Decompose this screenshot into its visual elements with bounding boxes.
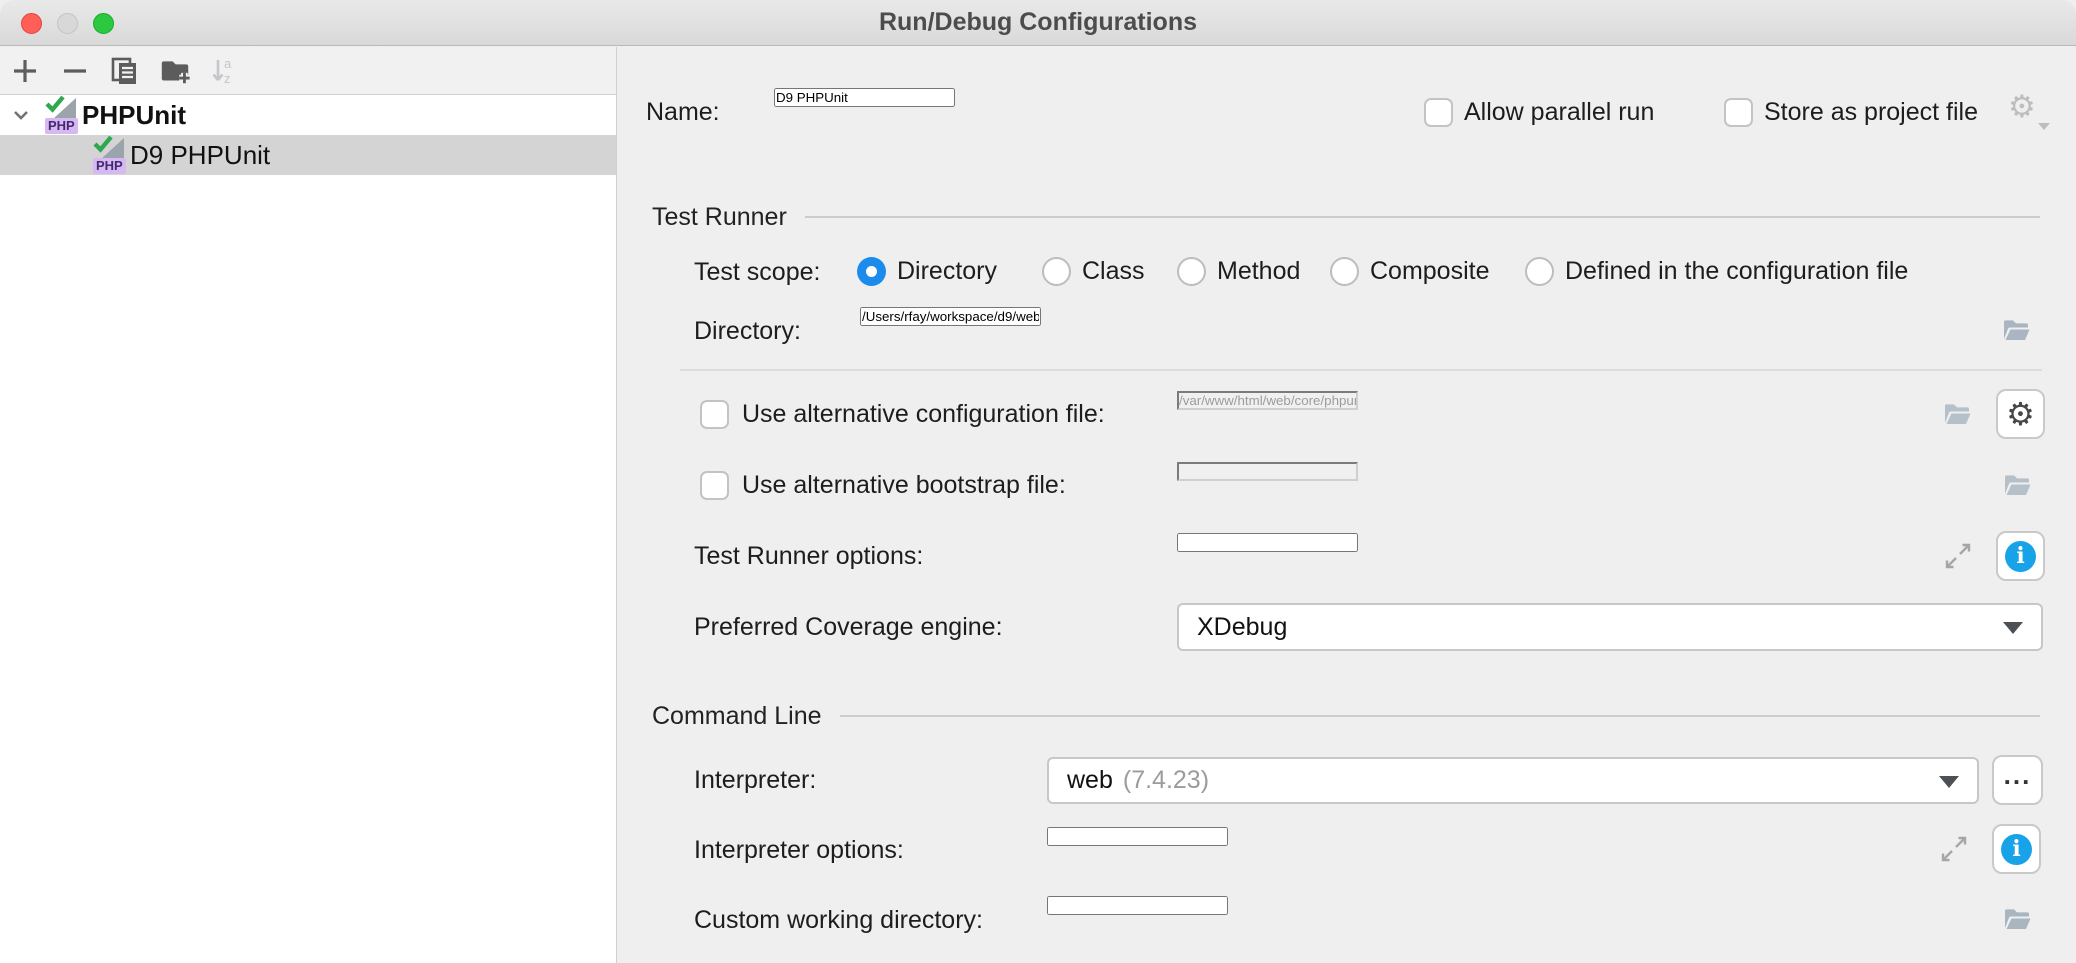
expand-icon[interactable] [1939, 834, 1969, 869]
separator [680, 369, 2042, 371]
use-alt-configuration-label: Use alternative configuration file: [742, 397, 1105, 431]
info-icon: i [2001, 834, 2032, 865]
gear-icon: ⚙ [2006, 398, 2035, 430]
store-as-project-file-label: Store as project file [1764, 95, 1978, 129]
use-alt-bootstrap-label: Use alternative bootstrap file: [742, 468, 1066, 502]
directory-label: Directory: [694, 314, 801, 348]
interpreter-label: Interpreter: [694, 763, 816, 797]
folder-open-icon[interactable] [2000, 314, 2032, 351]
title-bar: Run/Debug Configurations [0, 0, 2076, 46]
tree-item-d9-phpunit[interactable]: PHP D9 PHPUnit [0, 135, 616, 175]
radio-defined-in-configuration-file[interactable]: Defined in the configuration file [1525, 253, 1908, 289]
check-icon [92, 134, 115, 153]
phpunit-run-icon: PHP [44, 96, 78, 134]
allow-parallel-run-label: Allow parallel run [1464, 95, 1654, 129]
folder-open-icon [2001, 469, 2033, 506]
radio-selected-icon [857, 257, 886, 286]
add-icon[interactable] [8, 54, 42, 88]
radio-composite[interactable]: Composite [1330, 253, 1490, 289]
tree-item-label: D9 PHPUnit [130, 140, 270, 171]
interpreter-version: (7.4.23) [1123, 766, 1209, 795]
test-runner-options-input[interactable] [1177, 533, 1358, 552]
tree-item-label: PHPUnit [82, 100, 186, 131]
new-folder-icon[interactable] [158, 54, 192, 88]
dropdown-arrow-icon [1939, 776, 1959, 788]
test-runner-section-header: Test Runner [652, 200, 2040, 234]
expand-icon[interactable] [1943, 541, 1973, 576]
info-icon: i [2005, 541, 2036, 572]
coverage-engine-select[interactable]: XDebug [1177, 603, 2043, 651]
configuration-settings-button[interactable]: ⚙ [1996, 389, 2045, 439]
test-runner-options-label: Test Runner options: [694, 539, 923, 573]
working-directory-input[interactable] [1047, 896, 1228, 915]
radio-class[interactable]: Class [1042, 253, 1145, 289]
copy-icon[interactable] [108, 54, 142, 88]
interpreter-options-help-button[interactable]: i [1992, 824, 2041, 874]
svg-text:a: a [224, 56, 232, 71]
check-icon [44, 94, 67, 113]
run-debug-configurations-dialog: Run/Debug Configurations [0, 0, 2076, 963]
dropdown-arrow-icon [2003, 622, 2023, 634]
command-line-section-header: Command Line [652, 699, 2040, 733]
use-alt-bootstrap-checkbox[interactable] [700, 471, 729, 500]
folder-open-icon[interactable] [2001, 903, 2033, 940]
interpreter-select[interactable]: web (7.4.23) [1047, 757, 1979, 804]
coverage-engine-label: Preferred Coverage engine: [694, 610, 1003, 644]
radio-directory[interactable]: Directory [857, 253, 997, 289]
svg-text:z: z [224, 71, 231, 86]
working-directory-label: Custom working directory: [694, 903, 983, 937]
window-title: Run/Debug Configurations [0, 8, 2076, 37]
use-alt-configuration-checkbox[interactable] [700, 400, 729, 429]
configurations-sidebar: a z PHP PHPUnit PHP D9 PHPUnit [0, 47, 617, 963]
name-input[interactable] [774, 88, 955, 107]
sidebar-toolbar: a z [0, 47, 616, 95]
tree-item-phpunit[interactable]: PHP PHPUnit [0, 95, 616, 135]
interpreter-options-label: Interpreter options: [694, 833, 904, 867]
alt-bootstrap-file-input [1177, 462, 1358, 481]
alt-configuration-file-input [1177, 391, 1358, 410]
store-as-project-file-checkbox[interactable] [1724, 98, 1753, 127]
directory-input[interactable] [860, 307, 1041, 326]
interpreter-browse-button[interactable]: ... [1992, 755, 2043, 805]
name-label: Name: [646, 95, 720, 129]
test-runner-options-help-button[interactable]: i [1996, 531, 2045, 581]
sort-alphabetically-icon: a z [208, 54, 242, 88]
radio-method[interactable]: Method [1177, 253, 1300, 289]
interpreter-options-input[interactable] [1047, 827, 1228, 846]
remove-icon[interactable] [58, 54, 92, 88]
gear-icon[interactable]: ⚙ [2008, 92, 2048, 132]
phpunit-run-icon: PHP [92, 136, 126, 174]
folder-open-icon [1941, 398, 1973, 435]
chevron-down-icon[interactable] [10, 104, 32, 126]
allow-parallel-run-checkbox[interactable] [1424, 98, 1453, 127]
test-scope-label: Test scope: [694, 255, 820, 289]
